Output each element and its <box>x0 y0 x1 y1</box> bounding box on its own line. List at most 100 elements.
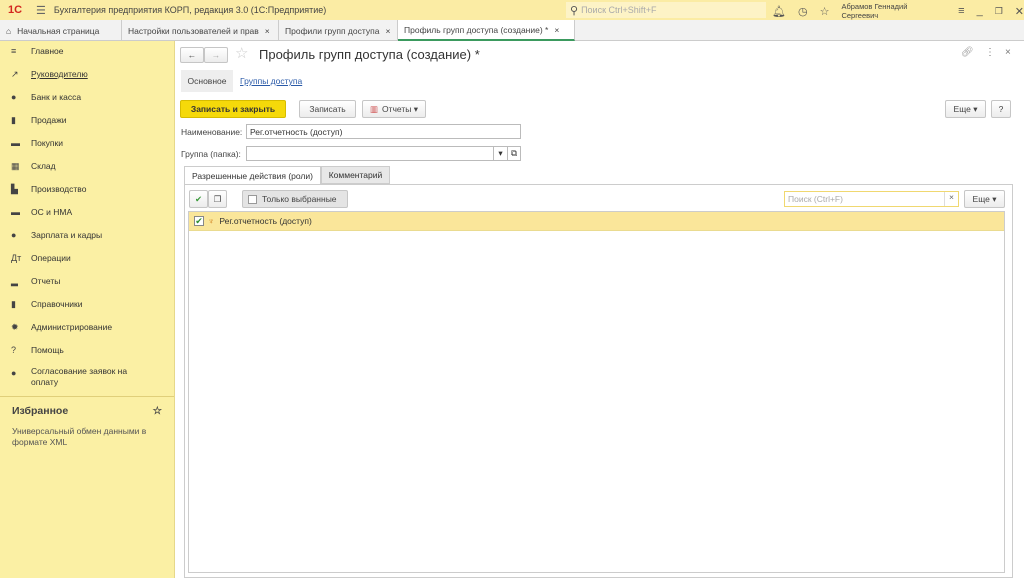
sidebar-item[interactable]: ≡ Главное <box>0 41 174 64</box>
search-placeholder: Поиск (Ctrl+F) <box>788 194 843 204</box>
report-icon: ▥ <box>369 103 378 114</box>
favorite-item[interactable]: Универсальный обмен данными в формате XM… <box>12 426 162 448</box>
sidebar-item-label: Склад <box>31 161 56 171</box>
close-form-icon[interactable]: × <box>1005 47 1011 58</box>
star-icon[interactable]: ☆ <box>153 405 162 417</box>
nav-main[interactable]: Основное <box>181 70 233 92</box>
save-button[interactable]: Записать <box>299 100 356 118</box>
row-checkbox[interactable]: ✔ <box>194 216 204 226</box>
tab-roles[interactable]: Разрешенные действия (роли) <box>184 166 321 184</box>
section-icon: ▙ <box>11 184 18 194</box>
name-input[interactable]: Рег.отчетность (доступ) <box>246 124 521 139</box>
roles-search-input[interactable]: Поиск (Ctrl+F) × <box>784 191 959 207</box>
minimize-icon[interactable]: _ <box>977 5 983 17</box>
search-placeholder: Поиск Ctrl+Shift+F <box>581 5 657 15</box>
app-title: Бухгалтерия предприятия КОРП, редакция 3… <box>53 5 327 15</box>
sidebar-item-label: Справочники <box>31 299 83 309</box>
nav-access-groups[interactable]: Группы доступа <box>240 76 302 86</box>
section-icon: ▬ <box>11 207 20 217</box>
sidebar-item[interactable]: ↗ Руководителю <box>0 64 174 87</box>
sidebar-item[interactable]: ▮ Продажи <box>0 110 174 133</box>
user-name[interactable]: Абрамов Геннадий Сергеевич <box>841 2 946 20</box>
only-selected-label: Только выбранные <box>262 194 337 204</box>
help-button[interactable]: ? <box>991 100 1011 118</box>
link-icon[interactable]: 🔗︎ <box>961 47 974 58</box>
global-search[interactable]: ⚲ Поиск Ctrl+Shift+F <box>566 2 766 18</box>
sidebar-item-label: ОС и НМА <box>31 207 73 217</box>
close-icon[interactable]: × <box>265 26 270 36</box>
sidebar-item-label: Администрирование <box>31 322 113 332</box>
more-button-2[interactable]: Еще ▾ <box>964 190 1005 208</box>
tab-user-settings[interactable]: Настройки пользователей и прав × <box>122 20 279 41</box>
favorites: Избранное ☆ Универсальный обмен данными в… <box>0 396 174 456</box>
reports-label: Отчеты <box>382 104 412 114</box>
name-label: Наименование: <box>181 127 243 137</box>
sidebar-item[interactable]: ✹ Администрирование <box>0 317 174 340</box>
sidebar-item[interactable]: ▬ Покупки <box>0 133 174 156</box>
section-icon: ≡ <box>11 46 17 56</box>
section-icon: ↗ <box>11 69 19 79</box>
page-title: Профиль групп доступа (создание) * <box>259 47 480 62</box>
restore-icon[interactable]: ❐ <box>995 6 1003 17</box>
sidebar-item-label: Помощь <box>31 345 64 355</box>
clear-icon[interactable]: × <box>944 192 958 206</box>
sidebar-item[interactable]: ▦ Склад <box>0 156 174 179</box>
sidebar-item[interactable]: ▙ Производство <box>0 179 174 202</box>
settings-menu-icon[interactable]: ≡ <box>958 5 964 17</box>
group-label: Группа (папка): <box>181 149 241 159</box>
sidebar-item[interactable]: ▮ Справочники <box>0 294 174 317</box>
open-button[interactable]: ⧉ <box>507 146 521 161</box>
sidebar-item[interactable]: ▬ ОС и НМА <box>0 202 174 225</box>
section-icon: ▬ <box>11 138 20 148</box>
tab-access-profiles[interactable]: Профили групп доступа × <box>279 20 398 41</box>
star-icon[interactable]: ☆ <box>820 5 830 18</box>
close-icon[interactable]: ✕ <box>1015 5 1024 18</box>
sidebar-item-label: Руководителю <box>31 69 88 79</box>
section-icon: ▮ <box>11 299 16 309</box>
sidebar-item[interactable]: Дт Операции <box>0 248 174 271</box>
menu-icon[interactable]: ☰ <box>36 4 46 17</box>
sidebar-item-label: Главное <box>31 46 64 56</box>
tab-label: Профиль групп доступа (создание) * <box>404 24 549 35</box>
section-icon: ● <box>11 368 17 378</box>
dropdown-button[interactable]: ▾ <box>493 146 508 161</box>
uncheck-all-button[interactable]: ❐ <box>208 190 227 208</box>
close-icon[interactable]: × <box>554 25 559 35</box>
check-all-button[interactable]: ✔ <box>189 190 208 208</box>
more-button[interactable]: Еще ▾ <box>945 100 986 118</box>
close-icon[interactable]: × <box>385 26 390 36</box>
section-icon: ● <box>11 230 17 240</box>
tab-home[interactable]: ⌂ Начальная страница <box>0 20 122 41</box>
section-icon: ✹ <box>11 322 19 332</box>
more-vertical-icon[interactable]: ⋮ <box>985 47 995 58</box>
more-label: Еще <box>953 104 971 114</box>
app-logo: 1С <box>8 4 23 16</box>
sidebar-item[interactable]: ● Банк и касса <box>0 87 174 110</box>
favorite-star-icon[interactable]: ☆ <box>235 44 248 62</box>
history-icon[interactable]: ◷ <box>798 5 808 18</box>
section-icon: ▦ <box>11 161 20 171</box>
bell-icon[interactable]: 🔔︎ <box>772 5 786 18</box>
forward-button[interactable]: → <box>204 47 228 63</box>
tab-label: Настройки пользователей и прав <box>128 25 259 36</box>
tab-comment[interactable]: Комментарий <box>321 166 390 184</box>
back-button[interactable]: ← <box>180 47 204 63</box>
sidebar-item[interactable]: ● Согласование заявок на оплату <box>0 363 174 400</box>
reports-button[interactable]: ▥ Отчеты ▾ <box>362 100 426 118</box>
tab-bar: ⌂ Начальная страница Настройки пользовате… <box>0 20 1024 41</box>
sidebar-item[interactable]: ? Помощь <box>0 340 174 363</box>
tab-profile-create[interactable]: Профиль групп доступа (создание) * × <box>398 20 575 41</box>
checkbox <box>248 194 257 204</box>
sidebar-item-label: Операции <box>31 253 71 263</box>
section-icon: Дт <box>11 253 22 263</box>
list-item[interactable]: ✔ ♆ Рег.отчетность (доступ) <box>189 212 1004 231</box>
sidebar-item-label: Отчеты <box>31 276 61 286</box>
sidebar-item[interactable]: ● Зарплата и кадры <box>0 225 174 248</box>
sidebar-item[interactable]: ▂ Отчеты <box>0 271 174 294</box>
sidebar-item-label: Зарплата и кадры <box>31 230 103 240</box>
section-icon: ▂ <box>11 276 18 286</box>
save-close-button[interactable]: Записать и закрыть <box>180 100 286 118</box>
tab-label: Профили групп доступа <box>285 25 380 36</box>
only-selected-toggle[interactable]: Только выбранные <box>242 190 348 208</box>
group-input[interactable] <box>246 146 508 161</box>
